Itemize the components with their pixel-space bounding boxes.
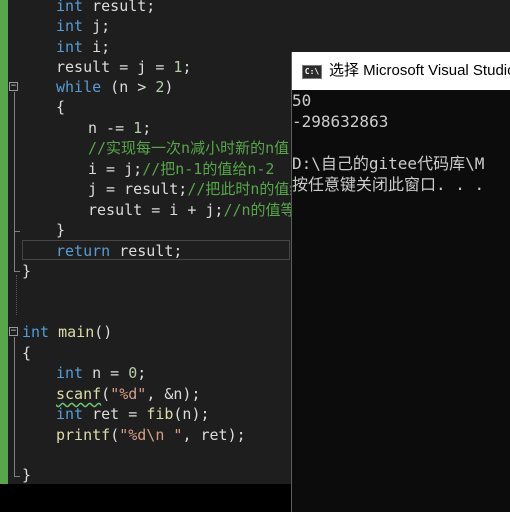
function-call: fib (146, 405, 174, 423)
code-text: = (110, 58, 138, 76)
fold-toggle-while[interactable] (9, 82, 18, 91)
keyword: int (56, 17, 84, 35)
code-text: ( (101, 385, 111, 403)
keyword: int (56, 364, 84, 382)
console-output-line: 按任意键关闭此窗口. . . (292, 175, 485, 194)
string-literal: "%d" (110, 385, 147, 403)
code-text: (n); (173, 405, 210, 423)
code-text: ret = (83, 405, 147, 423)
code-text: = (146, 58, 174, 76)
fold-guide-while (14, 92, 15, 232)
console-title-bar[interactable]: C:\ 选择 Microsoft Visual Studio 调试控制台 (292, 52, 510, 90)
number-literal: 1 (133, 119, 143, 137)
function-name: main (49, 323, 95, 341)
code-comment: //实现每一次n减小时新的n值 (88, 139, 290, 157)
code-text: result; (83, 0, 156, 15)
code-line[interactable]: return result; (56, 241, 182, 261)
debug-console-window[interactable]: C:\ 选择 Microsoft Visual Studio 调试控制台 50 … (291, 52, 510, 512)
code-line[interactable]: result = j = 1; (56, 57, 191, 77)
code-text: j (137, 58, 147, 76)
code-text: result (56, 58, 111, 76)
change-indicator-bar (0, 0, 8, 484)
code-text: -= (97, 119, 134, 137)
console-output-line: -298632863 (292, 112, 389, 131)
keyword: int (56, 405, 84, 423)
code-text: > (128, 78, 156, 96)
fold-guide-fib (14, 232, 15, 272)
code-line[interactable]: i = j;//把n-1的值给n-2 (88, 159, 274, 179)
keyword: while (56, 78, 102, 96)
code-text: n = (83, 364, 129, 382)
code-line[interactable]: } (22, 465, 31, 485)
code-line[interactable]: int j; (56, 16, 110, 36)
code-text: ; (142, 119, 152, 137)
console-output-line: D:\自己的gitee代码库\M (292, 154, 485, 173)
code-text: j; (83, 17, 111, 35)
dotted-guide (16, 275, 17, 315)
code-text: ; (182, 58, 192, 76)
code-text: i; (83, 38, 111, 56)
code-text: j = result; (88, 180, 188, 198)
code-text: , &n); (146, 385, 201, 403)
code-line[interactable]: //实现每一次n减小时新的n值 (88, 138, 289, 158)
code-text: ( (110, 426, 120, 444)
brace: } (22, 466, 32, 484)
code-text: ) (164, 78, 174, 96)
keyword: return (56, 242, 111, 260)
fold-toggle-main[interactable] (9, 327, 18, 336)
code-text: i = j; (88, 160, 143, 178)
code-text: result; (110, 242, 183, 260)
fold-guide-end-main (14, 476, 20, 477)
code-text: () (94, 323, 113, 341)
console-app-icon: C:\ (302, 65, 322, 79)
code-line[interactable]: int ret = fib(n); (56, 404, 210, 424)
console-title: 选择 Microsoft Visual Studio 调试控制台 (329, 62, 510, 79)
code-line[interactable]: printf("%d\n ", ret); (56, 425, 246, 445)
keyword: int (56, 38, 84, 56)
code-line[interactable]: scanf("%d", &n); (56, 384, 201, 404)
code-line[interactable]: n -= 1; (88, 118, 151, 138)
code-line[interactable]: while (n > 2) (56, 77, 173, 97)
function-call: scanf (56, 385, 102, 403)
function-call: printf (56, 426, 111, 444)
code-line[interactable]: } (56, 220, 65, 240)
console-output[interactable]: 50 -298632863 D:\自己的gitee代码库\M 按任意键关闭此窗口… (292, 90, 510, 195)
code-text: n (119, 78, 129, 96)
code-line[interactable]: { (22, 343, 31, 363)
fold-guide-main (14, 337, 15, 477)
brace: { (56, 98, 66, 116)
code-line[interactable]: { (56, 97, 65, 117)
string-literal: "%d\n " (119, 426, 183, 444)
code-line[interactable]: int result; (56, 0, 155, 16)
keyword: int (22, 323, 50, 341)
code-comment: //把n-1的值给n-2 (142, 160, 275, 178)
brace: { (22, 344, 32, 362)
code-line[interactable]: int main() (22, 322, 112, 342)
console-output-line: 50 (292, 91, 312, 110)
fold-guide-end-fib (14, 271, 20, 272)
code-text: result = i + j; (88, 201, 224, 219)
brace: } (22, 262, 32, 280)
keyword: int (56, 0, 84, 15)
code-line[interactable]: int n = 0; (56, 363, 146, 383)
brace: } (56, 221, 66, 239)
code-text: n (88, 119, 98, 137)
number-literal: 0 (128, 364, 138, 382)
code-line[interactable]: } (22, 261, 31, 281)
code-line[interactable]: int i; (56, 37, 110, 57)
code-text: ; (137, 364, 147, 382)
code-text: , ret); (182, 426, 246, 444)
code-text: ( (101, 78, 120, 96)
